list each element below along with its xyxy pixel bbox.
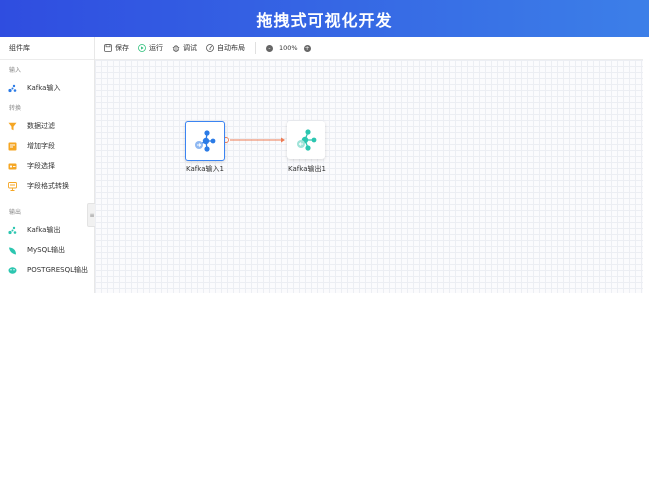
debug-button[interactable]: 调试 — [172, 43, 197, 53]
save-icon — [104, 44, 112, 52]
toolbar-divider — [255, 42, 256, 54]
component-add-field[interactable]: 增加字段 — [0, 136, 94, 156]
component-library: 组件库 输入 Kafka输入 转换 数据过滤 增加字段 字段选择 字段格式转换 … — [0, 37, 95, 293]
node-kafka-output-label: Kafka输出1 — [288, 165, 326, 173]
component-kafka-input[interactable]: Kafka输入 — [0, 78, 94, 98]
play-icon — [138, 44, 146, 52]
save-label: 保存 — [115, 44, 129, 52]
node-kafka-output[interactable] — [287, 121, 325, 159]
component-label: POSTGRESQL输出 — [27, 266, 89, 274]
component-label: 数据过滤 — [27, 122, 55, 130]
connection-layer — [223, 137, 285, 143]
bug-icon — [172, 45, 180, 52]
component-data-filter[interactable]: 数据过滤 — [0, 116, 94, 136]
component-kafka-output[interactable]: Kafka输出 — [0, 220, 94, 240]
page-title: 拖拽式可视化开发 — [256, 10, 393, 30]
editor: 组件库 输入 Kafka输入 转换 数据过滤 增加字段 字段选择 字段格式转换 … — [0, 37, 643, 293]
group-input-label: 输入 — [9, 67, 22, 74]
zoom-in-button[interactable]: + — [303, 44, 311, 52]
component-mysql-output[interactable]: MySQL输出 — [0, 240, 94, 260]
auto-layout-label: 自动布局 — [217, 44, 245, 52]
component-label: 增加字段 — [27, 142, 55, 150]
edge-arrowhead — [281, 137, 285, 143]
zoom-control: - 100% + — [266, 44, 311, 52]
run-label: 运行 — [149, 44, 163, 52]
run-button[interactable]: 运行 — [138, 43, 163, 53]
save-button[interactable]: 保存 — [104, 43, 129, 53]
component-label: 字段格式转换 — [27, 182, 69, 190]
component-label: Kafka输入 — [27, 84, 61, 92]
component-library-title: 组件库 — [0, 37, 94, 60]
kafka-input-icon — [195, 130, 216, 152]
auto-layout-button[interactable]: 自动布局 — [206, 43, 245, 53]
kafka-input-icon — [8, 84, 17, 93]
add-field-icon — [8, 142, 17, 151]
component-field-select[interactable]: 字段选择 — [0, 156, 94, 176]
zoom-out-button[interactable]: - — [266, 44, 273, 52]
group-output-label: 输出 — [9, 209, 22, 216]
kafka-output-icon — [8, 226, 17, 235]
field-select-icon — [8, 162, 17, 171]
postgresql-output-icon — [8, 266, 17, 275]
field-format-icon — [8, 181, 17, 191]
collapse-icon: ≡ — [89, 211, 95, 219]
toolbar: 保存 运行 调试 自动布局 - 100% + — [95, 37, 643, 60]
component-label: MySQL输出 — [27, 246, 66, 254]
group-transform-label: 转换 — [9, 105, 22, 112]
filter-icon — [8, 122, 17, 131]
app-header: 拖拽式可视化开发 — [0, 0, 649, 37]
node-kafka-input-label: Kafka输入1 — [186, 165, 224, 173]
node-kafka-input[interactable] — [185, 121, 225, 161]
zoom-level: 100% — [279, 44, 298, 52]
component-label: Kafka输出 — [27, 226, 61, 234]
mysql-output-icon — [8, 246, 17, 255]
kafka-output-icon — [297, 129, 317, 151]
component-label: 字段选择 — [27, 162, 55, 170]
component-field-format-convert[interactable]: 字段格式转换 — [0, 176, 94, 196]
flow-canvas[interactable]: Kafka输入1 Kafka输出1 — [95, 60, 643, 293]
debug-label: 调试 — [183, 44, 197, 52]
component-postgresql-output[interactable]: POSTGRESQL输出 — [0, 260, 94, 280]
auto-layout-icon — [206, 44, 214, 52]
